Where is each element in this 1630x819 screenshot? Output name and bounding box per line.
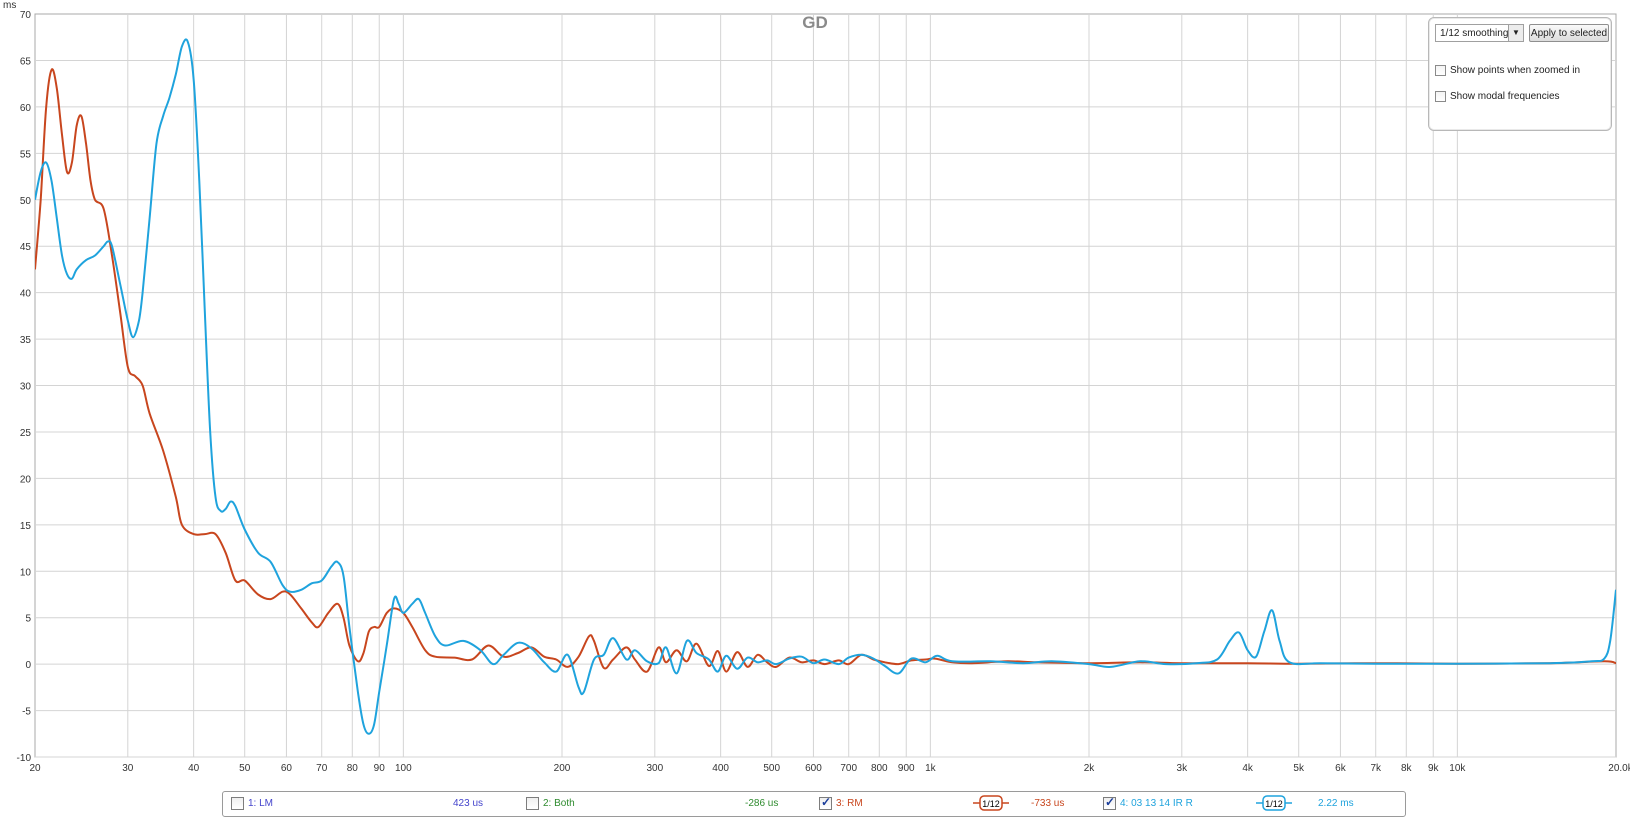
legend-item-lm[interactable]: 1: LM <box>231 797 273 811</box>
smoothing-badge-rm[interactable]: 1/12 <box>973 795 1009 811</box>
legend-item-both[interactable]: 2: Both <box>526 797 575 811</box>
chevron-down-icon[interactable]: ▼ <box>1508 25 1523 41</box>
x-tick-label: 60 <box>281 763 293 774</box>
y-tick-label: 35 <box>20 335 32 346</box>
x-tick-label: 4k <box>1242 763 1254 774</box>
x-tick-label: 40 <box>188 763 200 774</box>
x-tick-label: 90 <box>374 763 386 774</box>
svg-text:1/12: 1/12 <box>982 799 1000 809</box>
legend-checkbox-both[interactable] <box>526 797 539 810</box>
x-tick-label: 10k <box>1449 763 1466 774</box>
y-tick-label: 10 <box>20 567 32 578</box>
y-tick-label: 65 <box>20 56 32 67</box>
x-tick-label: 9k <box>1428 763 1440 774</box>
smoothing-value: 1/12 smoothing <box>1440 28 1509 39</box>
legend-bar: 1: LM 423 us 2: Both -286 us 3: RM 1/12 … <box>222 791 1406 817</box>
controls-panel: 1/12 smoothing ▼ Apply to selected Show … <box>1428 17 1612 131</box>
y-tick-label: 15 <box>20 521 32 532</box>
x-tick-label: 80 <box>347 763 359 774</box>
x-tick-label: 50 <box>239 763 251 774</box>
y-tick-label: 20 <box>20 474 32 485</box>
x-tick-label: 30 <box>122 763 134 774</box>
y-tick-label: 70 <box>20 10 32 21</box>
legend-value-rm: -733 us <box>1031 798 1065 809</box>
x-tick-label: 70 <box>316 763 328 774</box>
y-tick-label: -5 <box>22 707 31 718</box>
smoothing-dropdown[interactable]: 1/12 smoothing ▼ <box>1435 24 1524 42</box>
show-modal-row[interactable]: Show modal frequencies <box>1435 90 1560 103</box>
x-tick-label: 2k <box>1084 763 1096 774</box>
legend-checkbox-rm[interactable] <box>819 795 832 810</box>
y-tick-label: 40 <box>20 289 32 300</box>
legend-value-both: -286 us <box>745 798 779 809</box>
x-tick-label: 500 <box>763 763 780 774</box>
x-tick-label: 1k <box>925 763 937 774</box>
x-tick-label: 400 <box>712 763 729 774</box>
x-tick-label: 20 <box>29 763 41 774</box>
y-tick-label: 60 <box>20 103 32 114</box>
y-tick-label: 25 <box>20 428 32 439</box>
smoothing-badge-ir-r[interactable]: 1/12 <box>1256 795 1292 811</box>
x-tick-label: 100 <box>395 763 412 774</box>
show-points-label: Show points when zoomed in <box>1450 65 1581 76</box>
group-delay-chart[interactable]: -10-50510152025303540455055606570 20 30 40… <box>0 0 1630 819</box>
legend-checkbox-ir-r[interactable] <box>1103 795 1116 810</box>
x-tick-label: 800 <box>871 763 888 774</box>
y-tick-labels: -10-50510152025303540455055606570 <box>17 10 32 764</box>
apply-to-selected-button[interactable]: Apply to selected <box>1529 24 1609 42</box>
y-tick-label: 30 <box>20 382 32 393</box>
legend-value-ir-r: 2.22 ms <box>1318 798 1354 809</box>
y-tick-label: 55 <box>20 149 32 160</box>
show-points-row[interactable]: Show points when zoomed in <box>1435 64 1580 77</box>
legend-label-both: 2: Both <box>543 798 575 810</box>
legend-label-rm: 3: RM <box>836 798 863 810</box>
legend-label-lm: 1: LM <box>248 798 274 810</box>
y-tick-label: 50 <box>20 196 32 207</box>
y-tick-label: 0 <box>25 660 31 671</box>
show-points-checkbox[interactable] <box>1435 65 1446 76</box>
show-modal-checkbox[interactable] <box>1435 91 1446 102</box>
y-tick-label: 45 <box>20 242 32 253</box>
show-modal-label: Show modal frequencies <box>1450 91 1560 102</box>
x-tick-label: 600 <box>805 763 822 774</box>
legend-value-lm: 423 us <box>453 798 484 809</box>
legend-item-rm[interactable]: 3: RM <box>819 795 863 811</box>
x-tick-label: 300 <box>646 763 663 774</box>
x-tick-label: 200 <box>554 763 571 774</box>
x-tick-label: 6k <box>1335 763 1347 774</box>
y-tick-label: 5 <box>25 614 31 625</box>
x-tick-labels: 20 30 40 50 60 70 80 90 100 200 300 400 500 600 700 800… <box>29 763 1630 774</box>
x-tick-label: 700 <box>840 763 857 774</box>
x-tick-label: 900 <box>898 763 915 774</box>
legend-item-ir-r[interactable]: 4: 03 13 14 IR R <box>1103 795 1193 811</box>
y-axis-unit: ms <box>3 0 16 11</box>
x-tick-label: 7k <box>1370 763 1382 774</box>
legend-checkbox-lm[interactable] <box>231 797 244 810</box>
x-tick-label: 5k <box>1293 763 1305 774</box>
svg-text:1/12: 1/12 <box>1265 799 1283 809</box>
legend-label-ir-r: 4: 03 13 14 IR R <box>1120 798 1193 810</box>
x-tick-label: 3k <box>1177 763 1189 774</box>
chart-title: GD <box>802 13 828 32</box>
x-tick-label: 20.0k Hz <box>1608 763 1630 774</box>
x-tick-label: 8k <box>1401 763 1413 774</box>
